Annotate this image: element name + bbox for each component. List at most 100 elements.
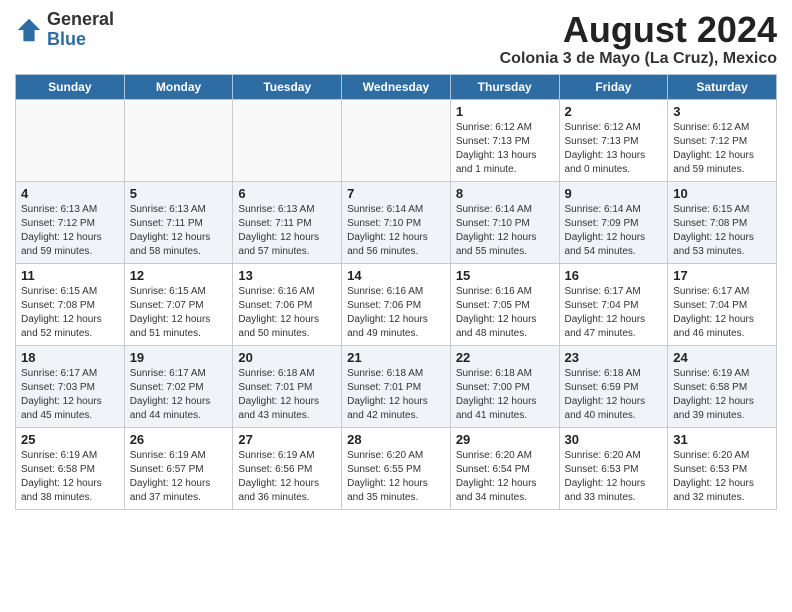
day-info: Sunrise: 6:14 AMSunset: 7:10 PMDaylight:… (456, 203, 554, 259)
day-number: 26 (130, 432, 228, 447)
day-info: Sunrise: 6:15 AMSunset: 7:08 PMDaylight:… (21, 285, 119, 341)
calendar-cell: 17 Sunrise: 6:17 AMSunset: 7:04 PMDayligh… (668, 263, 777, 345)
calendar-cell: 14 Sunrise: 6:16 AMSunset: 7:06 PMDayligh… (342, 263, 451, 345)
day-info: Sunrise: 6:20 AMSunset: 6:53 PMDaylight:… (565, 449, 663, 505)
day-info: Sunrise: 6:18 AMSunset: 7:01 PMDaylight:… (347, 367, 445, 423)
day-number: 12 (130, 268, 228, 283)
day-info: Sunrise: 6:16 AMSunset: 7:05 PMDaylight:… (456, 285, 554, 341)
day-number: 10 (673, 186, 771, 201)
day-number: 31 (673, 432, 771, 447)
day-number: 30 (565, 432, 663, 447)
logo: General Blue (15, 10, 114, 50)
calendar-cell: 19Sunrise: 6:17 AMSunset: 7:02 PMDayligh… (124, 345, 233, 427)
calendar-cell: 26 Sunrise: 6:19 AMSunset: 6:57 PMDayligh… (124, 427, 233, 509)
day-number: 22 (456, 350, 554, 365)
day-info: Sunrise: 6:18 AMSunset: 7:01 PMDaylight:… (238, 367, 336, 423)
day-number: 20 (238, 350, 336, 365)
day-number: 17 (673, 268, 771, 283)
calendar-cell: 21 Sunrise: 6:18 AMSunset: 7:01 PMDayligh… (342, 345, 451, 427)
calendar-cell: 28Sunrise: 6:20 AMSunset: 6:55 PMDayligh… (342, 427, 451, 509)
day-info: Sunrise: 6:16 AMSunset: 7:06 PMDaylight:… (238, 285, 336, 341)
day-info: Sunrise: 6:18 AMSunset: 6:59 PMDaylight:… (565, 367, 663, 423)
day-number: 9 (565, 186, 663, 201)
day-info: Sunrise: 6:14 AMSunset: 7:10 PMDaylight:… (347, 203, 445, 259)
calendar-cell: 20 Sunrise: 6:18 AMSunset: 7:01 PMDayligh… (233, 345, 342, 427)
calendar-cell: 4 Sunrise: 6:13 AMSunset: 7:12 PMDaylight… (16, 181, 125, 263)
logo-text: General Blue (47, 10, 114, 50)
day-info: Sunrise: 6:13 AMSunset: 7:11 PMDaylight:… (238, 203, 336, 259)
day-info: Sunrise: 6:15 AMSunset: 7:07 PMDaylight:… (130, 285, 228, 341)
day-number: 15 (456, 268, 554, 283)
calendar-table: SundayMondayTuesdayWednesdayThursdayFrid… (15, 74, 777, 510)
day-number: 13 (238, 268, 336, 283)
calendar-cell (342, 99, 451, 181)
day-info: Sunrise: 6:19 AMSunset: 6:57 PMDaylight:… (130, 449, 228, 505)
calendar-header-saturday: Saturday (668, 74, 777, 99)
calendar-header-row: SundayMondayTuesdayWednesdayThursdayFrid… (16, 74, 777, 99)
calendar-cell: 30 Sunrise: 6:20 AMSunset: 6:53 PMDayligh… (559, 427, 668, 509)
day-number: 3 (673, 104, 771, 119)
day-number: 8 (456, 186, 554, 201)
calendar-header-wednesday: Wednesday (342, 74, 451, 99)
calendar-cell: 5Sunrise: 6:13 AMSunset: 7:11 PMDaylight… (124, 181, 233, 263)
calendar-cell: 1 Sunrise: 6:12 AMSunset: 7:13 PMDaylight… (450, 99, 559, 181)
day-info: Sunrise: 6:18 AMSunset: 7:00 PMDaylight:… (456, 367, 554, 423)
logo-blue-text: Blue (47, 29, 86, 49)
calendar-cell: 25Sunrise: 6:19 AMSunset: 6:58 PMDayligh… (16, 427, 125, 509)
calendar-header-monday: Monday (124, 74, 233, 99)
calendar-cell: 15 Sunrise: 6:16 AMSunset: 7:05 PMDayligh… (450, 263, 559, 345)
calendar-cell: 22 Sunrise: 6:18 AMSunset: 7:00 PMDayligh… (450, 345, 559, 427)
calendar-cell: 12 Sunrise: 6:15 AMSunset: 7:07 PMDayligh… (124, 263, 233, 345)
day-number: 24 (673, 350, 771, 365)
day-info: Sunrise: 6:16 AMSunset: 7:06 PMDaylight:… (347, 285, 445, 341)
day-info: Sunrise: 6:17 AMSunset: 7:04 PMDaylight:… (673, 285, 771, 341)
day-number: 4 (21, 186, 119, 201)
day-number: 21 (347, 350, 445, 365)
day-info: Sunrise: 6:17 AMSunset: 7:04 PMDaylight:… (565, 285, 663, 341)
calendar-cell: 31 Sunrise: 6:20 AMSunset: 6:53 PMDayligh… (668, 427, 777, 509)
day-info: Sunrise: 6:17 AMSunset: 7:02 PMDaylight:… (130, 367, 228, 423)
day-info: Sunrise: 6:20 AMSunset: 6:53 PMDaylight:… (673, 449, 771, 505)
day-number: 11 (21, 268, 119, 283)
calendar-cell: 27 Sunrise: 6:19 AMSunset: 6:56 PMDayligh… (233, 427, 342, 509)
day-info: Sunrise: 6:17 AMSunset: 7:03 PMDaylight:… (21, 367, 119, 423)
calendar-cell: 24 Sunrise: 6:19 AMSunset: 6:58 PMDayligh… (668, 345, 777, 427)
page-header: General Blue August 2024 Colonia 3 de Ma… (15, 10, 777, 68)
calendar-cell: 29 Sunrise: 6:20 AMSunset: 6:54 PMDayligh… (450, 427, 559, 509)
day-info: Sunrise: 6:12 AMSunset: 7:13 PMDaylight:… (456, 121, 554, 177)
day-info: Sunrise: 6:15 AMSunset: 7:08 PMDaylight:… (673, 203, 771, 259)
day-number: 16 (565, 268, 663, 283)
calendar-cell: 9 Sunrise: 6:14 AMSunset: 7:09 PMDaylight… (559, 181, 668, 263)
calendar-cell (124, 99, 233, 181)
day-number: 2 (565, 104, 663, 119)
calendar-cell: 7 Sunrise: 6:14 AMSunset: 7:10 PMDaylight… (342, 181, 451, 263)
day-info: Sunrise: 6:14 AMSunset: 7:09 PMDaylight:… (565, 203, 663, 259)
day-number: 23 (565, 350, 663, 365)
calendar-cell: 10 Sunrise: 6:15 AMSunset: 7:08 PMDayligh… (668, 181, 777, 263)
calendar-cell: 18Sunrise: 6:17 AMSunset: 7:03 PMDayligh… (16, 345, 125, 427)
day-info: Sunrise: 6:19 AMSunset: 6:58 PMDaylight:… (21, 449, 119, 505)
calendar-cell (16, 99, 125, 181)
day-info: Sunrise: 6:12 AMSunset: 7:12 PMDaylight:… (673, 121, 771, 177)
calendar-cell: 2 Sunrise: 6:12 AMSunset: 7:13 PMDaylight… (559, 99, 668, 181)
day-info: Sunrise: 6:13 AMSunset: 7:11 PMDaylight:… (130, 203, 228, 259)
day-number: 14 (347, 268, 445, 283)
calendar-week-row: 18Sunrise: 6:17 AMSunset: 7:03 PMDayligh… (16, 345, 777, 427)
calendar-cell (233, 99, 342, 181)
main-title: August 2024 (500, 10, 777, 50)
logo-icon (15, 16, 43, 44)
day-info: Sunrise: 6:19 AMSunset: 6:56 PMDaylight:… (238, 449, 336, 505)
calendar-cell: 6 Sunrise: 6:13 AMSunset: 7:11 PMDaylight… (233, 181, 342, 263)
day-number: 27 (238, 432, 336, 447)
day-info: Sunrise: 6:19 AMSunset: 6:58 PMDaylight:… (673, 367, 771, 423)
day-info: Sunrise: 6:12 AMSunset: 7:13 PMDaylight:… (565, 121, 663, 177)
calendar-cell: 13 Sunrise: 6:16 AMSunset: 7:06 PMDayligh… (233, 263, 342, 345)
day-number: 6 (238, 186, 336, 201)
day-info: Sunrise: 6:13 AMSunset: 7:12 PMDaylight:… (21, 203, 119, 259)
day-number: 7 (347, 186, 445, 201)
day-number: 1 (456, 104, 554, 119)
subtitle: Colonia 3 de Mayo (La Cruz), Mexico (500, 50, 777, 68)
day-info: Sunrise: 6:20 AMSunset: 6:54 PMDaylight:… (456, 449, 554, 505)
day-number: 29 (456, 432, 554, 447)
calendar-cell: 11 Sunrise: 6:15 AMSunset: 7:08 PMDayligh… (16, 263, 125, 345)
